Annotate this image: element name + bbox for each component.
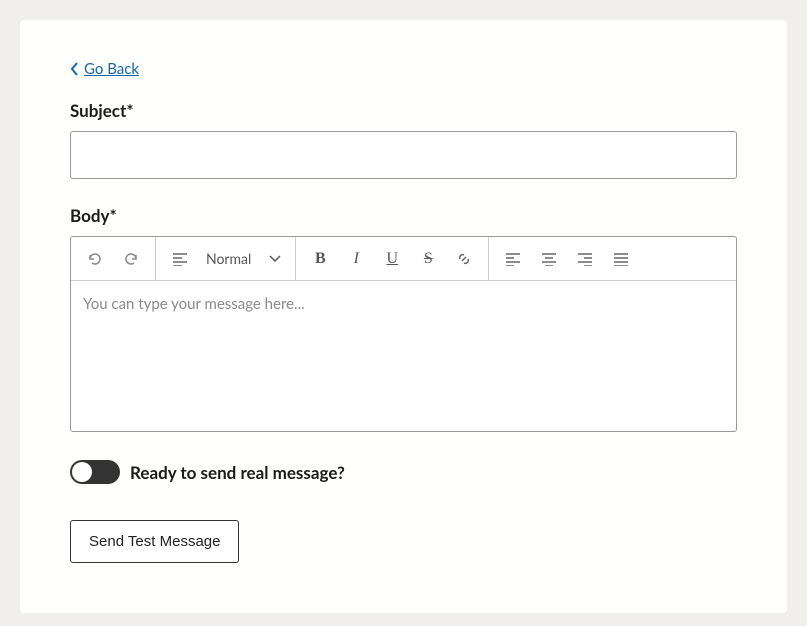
go-back-link[interactable]: Go Back [70,60,139,78]
text-align-left-icon [505,252,521,266]
bold-button[interactable]: B [304,243,336,275]
align-left-icon [172,252,188,266]
text-align-justify-icon [613,252,629,266]
redo-icon [123,251,139,267]
go-back-label: Go Back [84,60,139,78]
subject-input[interactable] [70,131,737,179]
ready-toggle-row: Ready to send real message? [70,460,737,484]
toolbar-inline-group: B I U S [296,237,489,280]
link-icon [456,251,472,267]
toggle-knob [72,462,92,482]
text-align-center-icon [541,252,557,266]
toolbar-format-group: Normal [156,237,296,280]
editor-toolbar: Normal B I U S [71,237,736,281]
chevron-down-icon [269,255,281,263]
align-center-button[interactable] [533,243,565,275]
subject-label: Subject* [70,100,737,121]
rich-text-editor: Normal B I U S [70,236,737,432]
align-left-button[interactable] [164,243,196,275]
send-test-button[interactable]: Send Test Message [70,520,239,563]
italic-button[interactable]: I [340,243,372,275]
link-button[interactable] [448,243,480,275]
align-left-text-button[interactable] [497,243,529,275]
format-select[interactable]: Normal [198,250,289,267]
compose-card: Go Back Subject* Body* Normal [20,20,787,613]
ready-toggle[interactable] [70,460,120,484]
body-input[interactable]: You can type your message here... [71,281,736,431]
toolbar-align-group [489,237,645,280]
chevron-left-icon [70,62,80,76]
toolbar-history-group [71,237,156,280]
undo-button[interactable] [79,243,111,275]
text-align-right-icon [577,252,593,266]
redo-button[interactable] [115,243,147,275]
body-label: Body* [70,205,737,226]
align-right-button[interactable] [569,243,601,275]
format-select-label: Normal [206,250,251,267]
underline-button[interactable]: U [376,243,408,275]
ready-toggle-label: Ready to send real message? [130,462,345,483]
align-justify-button[interactable] [605,243,637,275]
undo-icon [87,251,103,267]
strikethrough-button[interactable]: S [412,243,444,275]
